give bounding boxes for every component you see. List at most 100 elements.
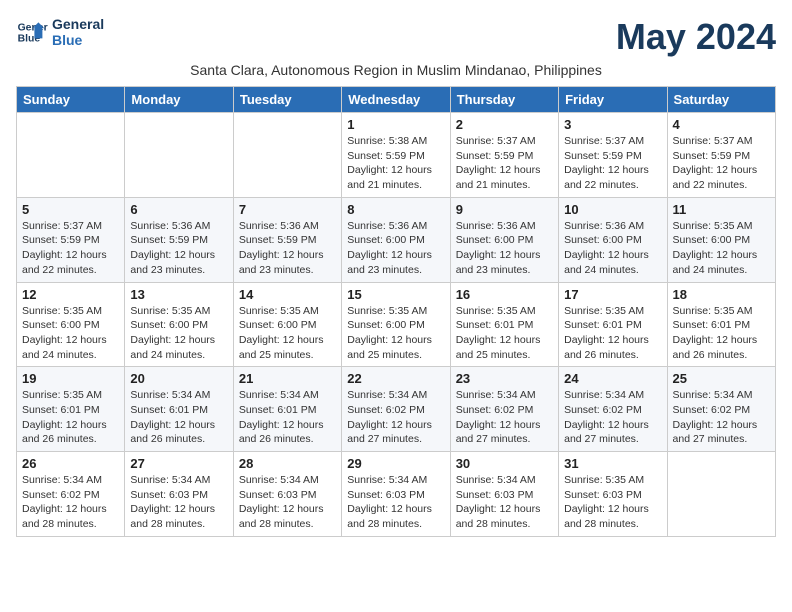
day-number: 24 <box>564 371 661 386</box>
calendar-header-row: SundayMondayTuesdayWednesdayThursdayFrid… <box>17 87 776 113</box>
calendar-cell: 18Sunrise: 5:35 AM Sunset: 6:01 PM Dayli… <box>667 282 775 367</box>
day-of-week-header: Tuesday <box>233 87 341 113</box>
calendar-cell: 22 Sunrise: 5:34 AM Sunset: 6:02 PM Dayli… <box>342 367 450 452</box>
calendar-cell: 27 Sunrise: 5:34 AM Sunset: 6:03 PM Dayli… <box>125 452 233 537</box>
calendar-cell: 5Sunrise: 5:37 AM Sunset: 5:59 PM Daylig… <box>17 197 125 282</box>
calendar-cell: 31 Sunrise: 5:35 AM Sunset: 6:03 PM Dayli… <box>559 452 667 537</box>
day-of-week-header: Sunday <box>17 87 125 113</box>
day-info: Sunrise: 5:35 AM Sunset: 6:01 PM Dayligh… <box>456 304 553 363</box>
day-number: 14 <box>239 287 336 302</box>
day-number: 1 <box>347 117 444 132</box>
calendar-cell: 1 Sunrise: 5:38 AM Sunset: 5:59 PM Daylig… <box>342 113 450 198</box>
day-info: Sunrise: 5:34 AM Sunset: 6:01 PM Dayligh… <box>239 388 336 447</box>
day-info: Sunrise: 5:35 AM Sunset: 6:00 PM Dayligh… <box>347 304 444 363</box>
day-number: 19 <box>22 371 119 386</box>
day-number: 22 <box>347 371 444 386</box>
day-info: Sunrise: 5:37 AM Sunset: 5:59 PM Dayligh… <box>22 219 119 278</box>
calendar-week-row: 26Sunrise: 5:34 AM Sunset: 6:02 PM Dayli… <box>17 452 776 537</box>
day-info: Sunrise: 5:34 AM Sunset: 6:03 PM Dayligh… <box>239 473 336 532</box>
calendar-cell: 4 Sunrise: 5:37 AM Sunset: 5:59 PM Daylig… <box>667 113 775 198</box>
calendar-cell: 11Sunrise: 5:35 AM Sunset: 6:00 PM Dayli… <box>667 197 775 282</box>
day-info: Sunrise: 5:38 AM Sunset: 5:59 PM Dayligh… <box>347 134 444 193</box>
calendar-cell: 29 Sunrise: 5:34 AM Sunset: 6:03 PM Dayli… <box>342 452 450 537</box>
day-number: 28 <box>239 456 336 471</box>
day-number: 9 <box>456 202 553 217</box>
day-info: Sunrise: 5:36 AM Sunset: 6:00 PM Dayligh… <box>564 219 661 278</box>
day-number: 17 <box>564 287 661 302</box>
calendar-cell: 2 Sunrise: 5:37 AM Sunset: 5:59 PM Daylig… <box>450 113 558 198</box>
day-info: Sunrise: 5:35 AM Sunset: 6:00 PM Dayligh… <box>673 219 770 278</box>
day-info: Sunrise: 5:37 AM Sunset: 5:59 PM Dayligh… <box>456 134 553 193</box>
day-info: Sunrise: 5:35 AM Sunset: 6:03 PM Dayligh… <box>564 473 661 532</box>
day-number: 4 <box>673 117 770 132</box>
day-of-week-header: Saturday <box>667 87 775 113</box>
calendar-cell: 15Sunrise: 5:35 AM Sunset: 6:00 PM Dayli… <box>342 282 450 367</box>
logo-line1: General <box>52 16 104 32</box>
day-number: 20 <box>130 371 227 386</box>
day-number: 25 <box>673 371 770 386</box>
day-info: Sunrise: 5:37 AM Sunset: 5:59 PM Dayligh… <box>673 134 770 193</box>
day-info: Sunrise: 5:35 AM Sunset: 6:01 PM Dayligh… <box>22 388 119 447</box>
calendar-cell: 30 Sunrise: 5:34 AM Sunset: 6:03 PM Dayli… <box>450 452 558 537</box>
calendar-table: SundayMondayTuesdayWednesdayThursdayFrid… <box>16 86 776 537</box>
header: General Blue General Blue May 2024 <box>16 16 776 58</box>
day-info: Sunrise: 5:36 AM Sunset: 5:59 PM Dayligh… <box>239 219 336 278</box>
calendar-cell <box>667 452 775 537</box>
calendar-week-row: 19 Sunrise: 5:35 AM Sunset: 6:01 PM Dayli… <box>17 367 776 452</box>
day-number: 12 <box>22 287 119 302</box>
month-title: May 2024 <box>616 16 776 58</box>
calendar-cell: 8 Sunrise: 5:36 AM Sunset: 6:00 PM Daylig… <box>342 197 450 282</box>
day-number: 16 <box>456 287 553 302</box>
day-number: 2 <box>456 117 553 132</box>
page: General Blue General Blue May 2024 Santa… <box>0 0 792 553</box>
logo-icon: General Blue <box>16 16 48 48</box>
calendar-cell: 19 Sunrise: 5:35 AM Sunset: 6:01 PM Dayli… <box>17 367 125 452</box>
day-number: 26 <box>22 456 119 471</box>
day-number: 27 <box>130 456 227 471</box>
calendar-week-row: 1 Sunrise: 5:38 AM Sunset: 5:59 PM Daylig… <box>17 113 776 198</box>
day-number: 10 <box>564 202 661 217</box>
calendar-cell: 10 Sunrise: 5:36 AM Sunset: 6:00 PM Dayli… <box>559 197 667 282</box>
logo: General Blue General Blue <box>16 16 104 48</box>
calendar-cell: 6 Sunrise: 5:36 AM Sunset: 5:59 PM Daylig… <box>125 197 233 282</box>
calendar-week-row: 12 Sunrise: 5:35 AM Sunset: 6:00 PM Dayli… <box>17 282 776 367</box>
day-info: Sunrise: 5:35 AM Sunset: 6:00 PM Dayligh… <box>239 304 336 363</box>
logo-text: General Blue <box>52 16 104 48</box>
day-of-week-header: Monday <box>125 87 233 113</box>
calendar-week-row: 5Sunrise: 5:37 AM Sunset: 5:59 PM Daylig… <box>17 197 776 282</box>
day-of-week-header: Friday <box>559 87 667 113</box>
day-number: 30 <box>456 456 553 471</box>
day-number: 3 <box>564 117 661 132</box>
calendar-cell: 17Sunrise: 5:35 AM Sunset: 6:01 PM Dayli… <box>559 282 667 367</box>
day-info: Sunrise: 5:36 AM Sunset: 6:00 PM Dayligh… <box>456 219 553 278</box>
day-info: Sunrise: 5:34 AM Sunset: 6:02 PM Dayligh… <box>673 388 770 447</box>
day-info: Sunrise: 5:36 AM Sunset: 6:00 PM Dayligh… <box>347 219 444 278</box>
day-info: Sunrise: 5:34 AM Sunset: 6:03 PM Dayligh… <box>347 473 444 532</box>
calendar-cell: 20 Sunrise: 5:34 AM Sunset: 6:01 PM Dayli… <box>125 367 233 452</box>
day-info: Sunrise: 5:34 AM Sunset: 6:03 PM Dayligh… <box>130 473 227 532</box>
day-info: Sunrise: 5:37 AM Sunset: 5:59 PM Dayligh… <box>564 134 661 193</box>
day-info: Sunrise: 5:36 AM Sunset: 5:59 PM Dayligh… <box>130 219 227 278</box>
day-number: 8 <box>347 202 444 217</box>
day-number: 21 <box>239 371 336 386</box>
calendar-cell: 25 Sunrise: 5:34 AM Sunset: 6:02 PM Dayli… <box>667 367 775 452</box>
calendar-cell: 16 Sunrise: 5:35 AM Sunset: 6:01 PM Dayli… <box>450 282 558 367</box>
calendar-cell: 13Sunrise: 5:35 AM Sunset: 6:00 PM Dayli… <box>125 282 233 367</box>
calendar-cell: 3 Sunrise: 5:37 AM Sunset: 5:59 PM Daylig… <box>559 113 667 198</box>
day-number: 31 <box>564 456 661 471</box>
calendar-cell: 21 Sunrise: 5:34 AM Sunset: 6:01 PM Dayli… <box>233 367 341 452</box>
day-info: Sunrise: 5:34 AM Sunset: 6:01 PM Dayligh… <box>130 388 227 447</box>
calendar-cell <box>17 113 125 198</box>
calendar-cell <box>125 113 233 198</box>
day-info: Sunrise: 5:34 AM Sunset: 6:02 PM Dayligh… <box>564 388 661 447</box>
calendar-cell <box>233 113 341 198</box>
day-info: Sunrise: 5:34 AM Sunset: 6:02 PM Dayligh… <box>456 388 553 447</box>
day-number: 6 <box>130 202 227 217</box>
day-info: Sunrise: 5:34 AM Sunset: 6:02 PM Dayligh… <box>347 388 444 447</box>
day-number: 13 <box>130 287 227 302</box>
day-number: 29 <box>347 456 444 471</box>
calendar-cell: 26Sunrise: 5:34 AM Sunset: 6:02 PM Dayli… <box>17 452 125 537</box>
day-info: Sunrise: 5:34 AM Sunset: 6:03 PM Dayligh… <box>456 473 553 532</box>
calendar-cell: 7Sunrise: 5:36 AM Sunset: 5:59 PM Daylig… <box>233 197 341 282</box>
day-number: 23 <box>456 371 553 386</box>
